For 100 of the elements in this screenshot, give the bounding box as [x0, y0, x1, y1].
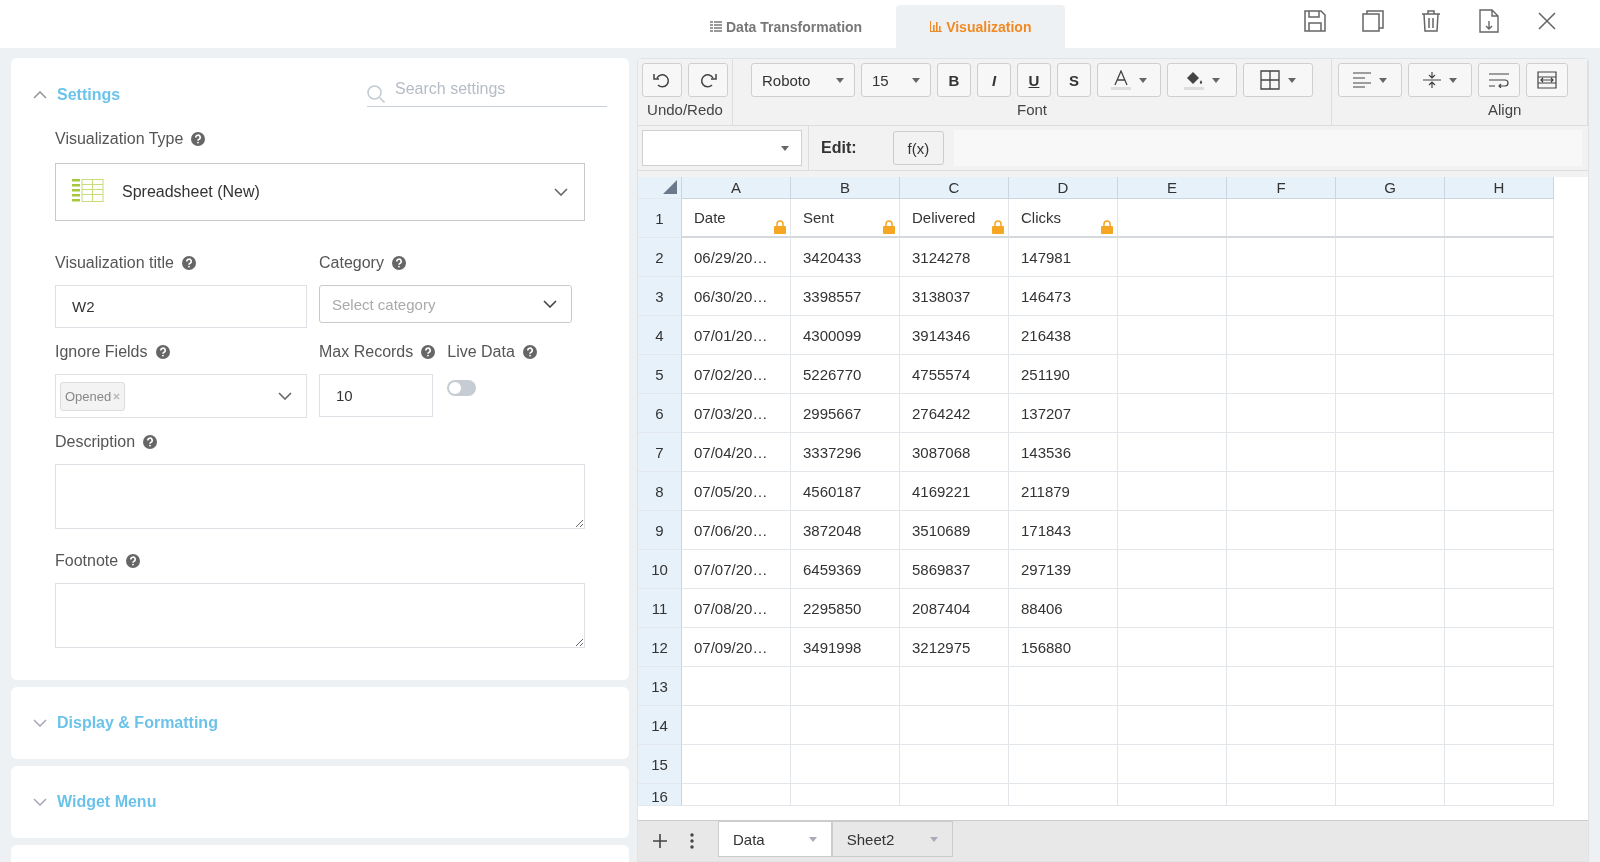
bar-chart-icon	[930, 21, 943, 32]
cell-text: 3510689	[911, 521, 971, 539]
save-icon[interactable]	[1302, 8, 1328, 34]
cell-text: 07/05/20…	[693, 482, 768, 500]
cell-text: 3337296	[802, 443, 862, 461]
search-field[interactable]: Search settings	[367, 80, 607, 107]
cell-text: 147981	[1020, 248, 1072, 266]
row-number[interactable]: 2	[638, 238, 682, 277]
row-number[interactable]: 5	[638, 355, 682, 394]
lock-icon	[992, 220, 1004, 234]
caret-icon	[1212, 77, 1220, 83]
cell-text: 07/09/20…	[693, 638, 768, 656]
column-header[interactable]: G	[1336, 177, 1445, 199]
cell-text: 07/01/20…	[693, 326, 768, 344]
row-number[interactable]: 9	[638, 511, 682, 550]
row-number[interactable]: 6	[638, 394, 682, 433]
cell-text: 211879	[1020, 482, 1070, 500]
row-number[interactable]: 8	[638, 472, 682, 511]
caret-icon	[1379, 77, 1387, 83]
cell-text: 88406	[1020, 599, 1063, 617]
cell-text: 3212975	[911, 638, 971, 656]
wrap-text-button[interactable]	[1478, 63, 1520, 97]
field-label: Visualization title	[55, 254, 174, 272]
row-number[interactable]: 16	[638, 784, 682, 806]
column-header[interactable]: B	[791, 177, 900, 199]
group-label: Undo/Redo	[647, 101, 723, 118]
cell-text: 171843	[1020, 521, 1072, 539]
cell-text: Delivered	[911, 209, 976, 226]
field-label: Live Data	[447, 343, 515, 361]
column-header[interactable]: H	[1445, 177, 1554, 199]
text-style-button[interactable]: I	[977, 63, 1011, 97]
cell-text: 146473	[1020, 287, 1072, 305]
help-icon	[155, 345, 170, 359]
cell-text: 4169221	[911, 482, 971, 500]
cell-text: 2295850	[802, 599, 862, 617]
spreadsheet-icon	[72, 179, 104, 205]
align-left-icon	[1353, 72, 1371, 88]
row-number[interactable]: 4	[638, 316, 682, 355]
row-number[interactable]: 3	[638, 277, 682, 316]
description-field[interactable]	[55, 464, 585, 529]
column-header[interactable]: D	[1009, 177, 1118, 199]
row-number[interactable]: 10	[638, 550, 682, 589]
pdf-download-icon[interactable]	[1476, 8, 1502, 34]
table-icon	[710, 21, 722, 32]
column-header[interactable]: E	[1118, 177, 1227, 199]
cell-text: 06/29/20…	[693, 248, 768, 266]
row-number[interactable]: 7	[638, 433, 682, 472]
cell-text: 07/04/20…	[693, 443, 768, 461]
column-header[interactable]: F	[1227, 177, 1336, 199]
vertical-align-icon	[1423, 71, 1441, 89]
cell-text: 07/07/20…	[693, 560, 768, 578]
fill-color-button[interactable]	[1167, 63, 1237, 97]
cell-text: 5869837	[911, 560, 971, 578]
row-number[interactable]: 1	[638, 199, 682, 238]
text-style-button[interactable]: U	[1017, 63, 1051, 97]
vertical-align-button[interactable]	[1408, 63, 1472, 97]
text-style-button[interactable]: S	[1057, 63, 1091, 97]
cell-text: 5226770	[802, 365, 862, 383]
cell-text: 216438	[1020, 326, 1072, 344]
caret-icon	[912, 77, 920, 83]
help-icon	[191, 132, 206, 146]
undo-button[interactable]	[642, 63, 682, 97]
cell-text: 4560187	[802, 482, 862, 500]
font-dropdown[interactable]: Roboto	[751, 63, 855, 97]
row-number[interactable]: 13	[638, 667, 682, 706]
text-style-button[interactable]: B	[937, 63, 971, 97]
duplicate-icon[interactable]	[1360, 8, 1386, 34]
cell-text: 4300099	[802, 326, 862, 344]
title-field[interactable]: W2	[55, 285, 307, 328]
chevron-down-icon	[33, 798, 47, 806]
borders-icon	[1260, 70, 1280, 90]
footnote-field[interactable]	[55, 583, 585, 648]
max-records-field[interactable]: 10	[319, 374, 433, 417]
row-number[interactable]: 11	[638, 589, 682, 628]
row-number[interactable]: 15	[638, 745, 682, 784]
row-number[interactable]: 14	[638, 706, 682, 745]
function-button[interactable]: f(x)	[892, 131, 945, 165]
wrap-text-icon	[1489, 72, 1509, 88]
sheet-tab[interactable]: Sheet2	[831, 821, 954, 857]
column-header[interactable]: C	[900, 177, 1009, 199]
cell-name-box[interactable]	[642, 130, 802, 166]
visualization-type-dropdown[interactable]: Spreadsheet (New)	[55, 163, 585, 221]
group-label: Align	[1488, 101, 1522, 118]
font-size-dropdown[interactable]: 15	[861, 63, 931, 97]
borders-button[interactable]	[1243, 63, 1313, 97]
live-data-toggle[interactable]	[447, 380, 477, 396]
cell-text: 137207	[1020, 404, 1072, 422]
merge-cells-button[interactable]	[1526, 63, 1568, 97]
sheet-tab[interactable]: Data	[718, 821, 832, 857]
row-number[interactable]: 12	[638, 628, 682, 667]
search-icon	[367, 84, 385, 103]
redo-button[interactable]	[688, 63, 728, 97]
column-header[interactable]: A	[682, 177, 791, 199]
chevron-down-icon	[33, 719, 47, 727]
field-label: Max Records	[319, 343, 414, 361]
font-color-button[interactable]	[1097, 63, 1161, 97]
help-icon	[181, 256, 196, 270]
cell-text: 07/08/20…	[693, 599, 768, 617]
cell-text: Clicks	[1020, 209, 1061, 226]
horizontal-align-button[interactable]	[1338, 63, 1402, 97]
